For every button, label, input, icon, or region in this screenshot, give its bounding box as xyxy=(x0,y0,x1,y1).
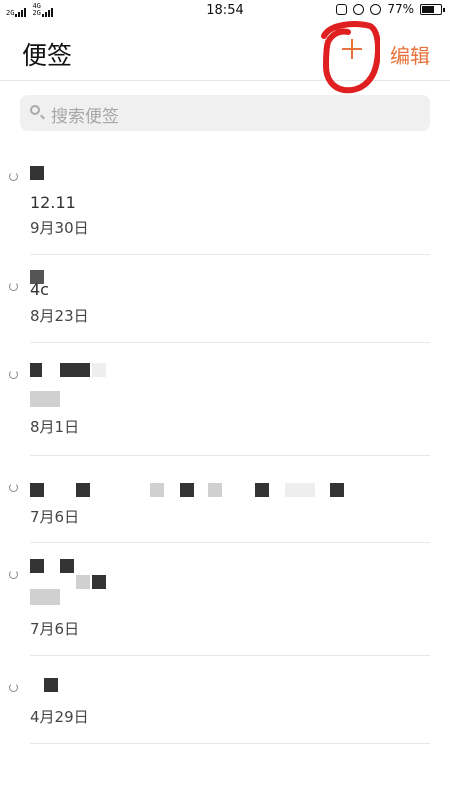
list-item[interactable]: 7月6日 xyxy=(0,543,450,656)
status-icons: 77% xyxy=(336,2,445,16)
search-icon xyxy=(30,105,40,115)
redacted-block xyxy=(30,363,42,377)
sync-icon xyxy=(9,683,18,692)
redacted-block xyxy=(330,483,344,497)
note-date: 8月1日 xyxy=(30,418,80,436)
sync-icon xyxy=(9,172,18,181)
note-subtitle: 12.11 xyxy=(30,193,76,212)
redacted-block xyxy=(30,166,44,180)
sync-icon xyxy=(9,282,18,291)
list-item[interactable]: 7月6日 xyxy=(0,456,450,543)
alarm-icon xyxy=(370,3,382,15)
redacted-block xyxy=(30,483,44,497)
list-item[interactable]: 4c 8月23日 xyxy=(0,255,450,343)
status-bar: 2G 4G 2G 18:54 77% xyxy=(0,0,450,22)
redacted-block xyxy=(180,483,194,497)
vibrate-icon xyxy=(336,3,348,15)
list-item[interactable]: 12.11 9月30日 xyxy=(0,160,450,255)
note-date: 9月30日 xyxy=(30,219,89,237)
battery-percent: 77% xyxy=(387,2,414,16)
redacted-block xyxy=(30,391,60,407)
list-item[interactable]: 4月29日 xyxy=(0,656,450,744)
redacted-block xyxy=(92,575,106,589)
redacted-block xyxy=(92,363,106,377)
note-date: 8月23日 xyxy=(30,307,89,325)
redacted-block xyxy=(76,575,90,589)
redacted-block xyxy=(208,483,222,497)
sync-icon xyxy=(9,370,18,379)
search-input[interactable]: 搜索便签 xyxy=(20,95,430,131)
redacted-block xyxy=(60,363,90,377)
note-title: 4c xyxy=(30,280,49,299)
edit-button[interactable]: 编辑 xyxy=(390,40,430,69)
page-title: 便签 xyxy=(22,41,73,70)
note-date: 7月6日 xyxy=(30,508,80,526)
annotation-circle xyxy=(321,21,380,94)
redacted-block xyxy=(285,483,315,497)
redacted-block xyxy=(60,559,74,573)
sync-icon xyxy=(9,570,18,579)
app-header: 便签 编辑 xyxy=(0,22,450,81)
note-date: 4月29日 xyxy=(30,708,89,726)
lock-rotation-icon xyxy=(353,3,365,15)
note-date: 7月6日 xyxy=(30,620,80,638)
redacted-block xyxy=(76,483,90,497)
redacted-block xyxy=(30,589,60,605)
redacted-block xyxy=(44,678,58,692)
search-placeholder: 搜索便签 xyxy=(51,107,119,127)
redacted-block xyxy=(30,559,44,573)
battery-icon xyxy=(420,3,445,15)
divider xyxy=(30,743,430,744)
redacted-block xyxy=(255,483,269,497)
list-item[interactable]: 8月1日 xyxy=(0,343,450,456)
redacted-block xyxy=(150,483,164,497)
sync-icon xyxy=(9,483,18,492)
